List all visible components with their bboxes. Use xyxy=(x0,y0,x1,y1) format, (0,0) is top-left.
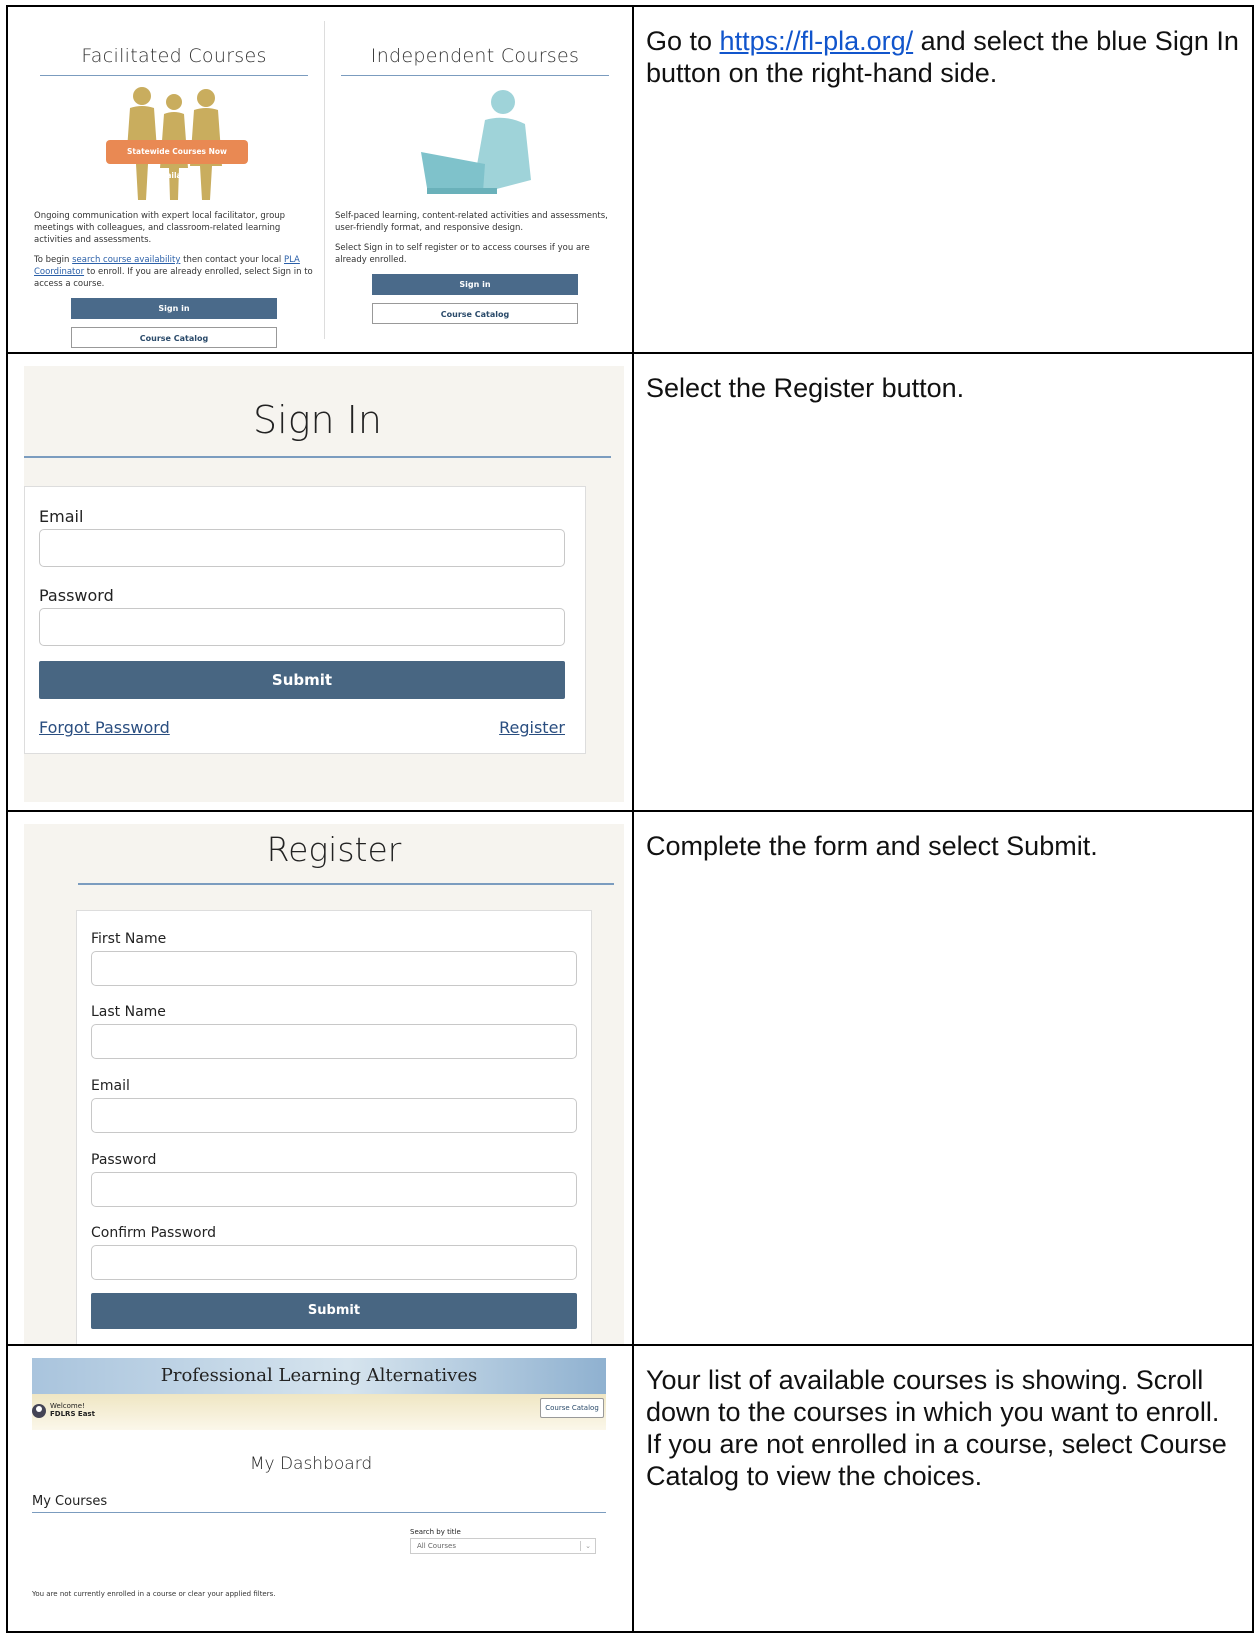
independent-title: Independent Courses xyxy=(341,21,609,76)
my-courses-divider xyxy=(32,1512,606,1513)
select-separator xyxy=(580,1541,581,1551)
step-1-screenshot: Facilitated Courses Statewide Courses No… xyxy=(6,5,634,354)
step-2-screenshot: Sign In Email Password Submit Forgot Pas… xyxy=(6,352,634,812)
register-heading: Register xyxy=(266,830,402,869)
first-name-label: First Name xyxy=(91,931,167,947)
chevron-down-icon: ⌄ xyxy=(585,1542,591,1550)
step-1-instruction-cell: Go to https://fl-pla.org/ and select the… xyxy=(632,5,1254,354)
confirm-password-input[interactable] xyxy=(91,1245,577,1280)
independent-desc: Self-paced learning, content-related act… xyxy=(335,211,608,233)
dashboard-heading: My Dashboard xyxy=(249,1454,373,1474)
email-label: Email xyxy=(39,507,84,526)
begin-mid: then contact your local xyxy=(180,255,284,265)
statewide-banner: Statewide Courses Now Available! xyxy=(106,140,248,180)
confirm-password-label: Confirm Password xyxy=(91,1225,217,1241)
facilitated-desc: Ongoing communication with expert local … xyxy=(34,211,286,245)
last-name-input[interactable] xyxy=(91,1024,577,1059)
signin-heading: Sign In xyxy=(24,366,611,458)
step-row-2: Sign In Email Password Submit Forgot Pas… xyxy=(6,352,1254,812)
step-row-4: Professional Learning Alternatives Welco… xyxy=(6,1344,1254,1633)
email-label-reg: Email xyxy=(91,1078,130,1094)
independent-text: Self-paced learning, content-related act… xyxy=(335,210,615,266)
signin-submit-button[interactable]: Submit xyxy=(39,661,565,699)
dashboard-catalog-button[interactable]: Course Catalog xyxy=(540,1398,604,1418)
step-2-instruction-cell: Select the Register button. xyxy=(632,352,1254,812)
step-4-instruction: Your list of available courses is showin… xyxy=(646,1365,1227,1491)
independent-catalog-button[interactable]: Course Catalog xyxy=(372,303,578,324)
dashboard-page: Professional Learning Alternatives Welco… xyxy=(24,1358,624,1630)
search-by-title-label: Search by title xyxy=(410,1528,461,1536)
step-4-screenshot: Professional Learning Alternatives Welco… xyxy=(6,1344,634,1633)
user-name: FDLRS East xyxy=(50,1410,95,1418)
person-laptop-icon xyxy=(421,90,531,194)
password-label-reg: Password xyxy=(91,1152,157,1168)
step-4-instruction-cell: Your list of available courses is showin… xyxy=(632,1344,1254,1633)
dashboard-header: Professional Learning Alternatives xyxy=(32,1358,606,1394)
register-page: Register First Name Last Name Email Pass… xyxy=(24,824,624,1343)
signin-page: Sign In Email Password Submit Forgot Pas… xyxy=(24,366,624,802)
signin-form: Email Password Submit Forgot Password Re… xyxy=(24,486,586,754)
facilitated-signin-button[interactable]: Sign in xyxy=(71,298,277,319)
fl-pla-link[interactable]: https://fl-pla.org/ xyxy=(720,26,914,56)
step-row-1: Facilitated Courses Statewide Courses No… xyxy=(6,5,1254,354)
step-3-screenshot: Register First Name Last Name Email Pass… xyxy=(6,810,634,1346)
user-avatar-icon xyxy=(32,1404,46,1418)
course-panels: Facilitated Courses Statewide Courses No… xyxy=(24,21,625,348)
group-illustration: Statewide Courses Now Available! xyxy=(34,84,314,202)
laptop-illustration xyxy=(335,84,615,202)
first-name-input[interactable] xyxy=(91,951,577,986)
my-courses-heading: My Courses xyxy=(32,1494,108,1509)
welcome-label: Welcome! xyxy=(50,1402,85,1410)
facilitated-begin: To begin search course availability then… xyxy=(34,254,314,290)
search-select-value: All Courses xyxy=(417,1542,456,1550)
welcome-band xyxy=(32,1394,606,1430)
search-availability-link[interactable]: search course availability xyxy=(72,255,180,265)
facilitated-catalog-button[interactable]: Course Catalog xyxy=(71,327,277,348)
site-title: Professional Learning Alternatives xyxy=(160,1365,478,1386)
facilitated-text: Ongoing communication with expert local … xyxy=(34,210,314,290)
step-row-3: Register First Name Last Name Email Pass… xyxy=(6,810,1254,1346)
inst1-prefix: Go to xyxy=(646,26,720,56)
independent-courses-panel: Independent Courses Self-paced learning,… xyxy=(325,21,625,339)
step-3-instruction: Complete the form and select Submit. xyxy=(646,831,1098,861)
password-label: Password xyxy=(39,586,114,605)
forgot-password-link[interactable]: Forgot Password xyxy=(39,718,170,737)
welcome-text: Welcome! FDLRS East xyxy=(50,1402,95,1418)
empty-courses-message: You are not currently enrolled in a cour… xyxy=(32,1590,276,1598)
register-form: First Name Last Name Email Password Conf… xyxy=(76,910,592,1343)
independent-signin-button[interactable]: Sign in xyxy=(372,274,578,295)
facilitated-courses-panel: Facilitated Courses Statewide Courses No… xyxy=(24,21,325,348)
begin-prefix: To begin xyxy=(34,255,73,265)
course-search-select[interactable]: All Courses ⌄ xyxy=(410,1538,596,1554)
email-input-reg[interactable] xyxy=(91,1098,577,1133)
step-1-instruction: Go to https://fl-pla.org/ and select the… xyxy=(634,7,1252,89)
register-submit-button[interactable]: Submit xyxy=(91,1293,577,1329)
step-2-instruction: Select the Register button. xyxy=(646,373,965,403)
password-input[interactable] xyxy=(39,608,565,646)
register-divider xyxy=(78,883,614,885)
facilitated-title: Facilitated Courses xyxy=(40,21,308,76)
instruction-table: Facilitated Courses Statewide Courses No… xyxy=(6,5,1254,1633)
password-input-reg[interactable] xyxy=(91,1172,577,1207)
register-link[interactable]: Register xyxy=(499,718,565,737)
email-input[interactable] xyxy=(39,529,565,567)
step-3-instruction-cell: Complete the form and select Submit. xyxy=(632,810,1254,1346)
independent-signin-text: Select Sign in to self register or to ac… xyxy=(335,243,590,265)
last-name-label: Last Name xyxy=(91,1004,166,1020)
